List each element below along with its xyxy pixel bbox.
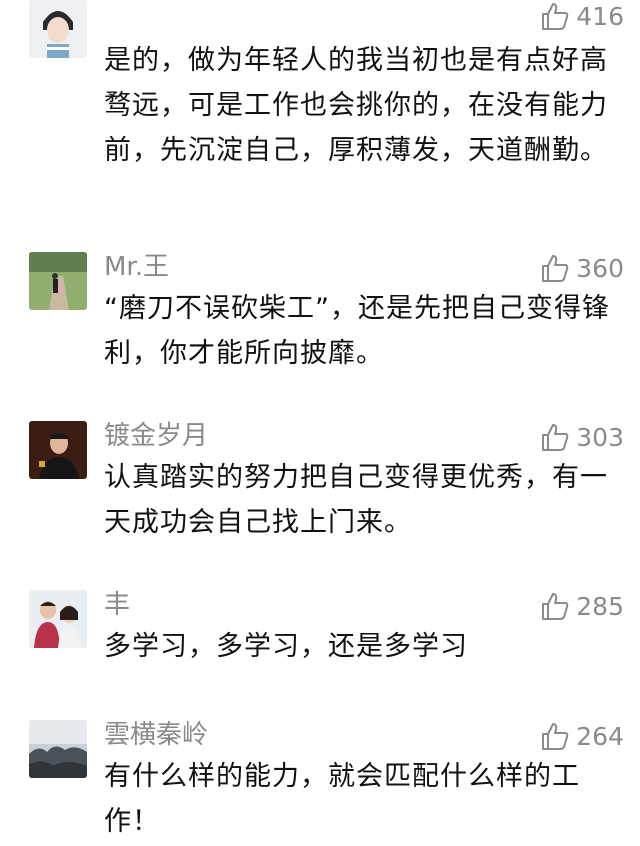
username[interactable]: 丰 [104, 590, 130, 620]
thumbs-up-icon [542, 255, 569, 282]
username[interactable]: 镀金岁月 [104, 421, 208, 451]
avatar-image [29, 421, 87, 479]
avatar-image [29, 590, 87, 648]
like-button[interactable]: 303 [540, 421, 624, 453]
avatar-image [29, 0, 87, 58]
thumbs-up-icon [542, 723, 569, 750]
comment-text: 多学习，多学习，还是多学习 [104, 631, 468, 662]
like-button[interactable]: 285 [540, 590, 624, 622]
avatar-image [29, 720, 87, 778]
like-count: 416 [576, 1, 624, 31]
avatar[interactable] [29, 252, 87, 310]
avatar-image [29, 252, 87, 310]
avatar[interactable] [29, 421, 87, 479]
comment-text: 是的，做为年轻人的我当初也是有点好高骛远，可是工作也会挑你的，在没有能力前，先沉… [104, 45, 608, 166]
comment-text: 有什么样的能力，就会匹配什么样的工作！ [104, 761, 580, 837]
thumbs-up-icon [542, 3, 569, 30]
avatar[interactable] [29, 720, 87, 778]
username[interactable]: 雲横秦岭 [104, 720, 208, 750]
like-count: 360 [576, 253, 624, 283]
like-count: 285 [576, 591, 624, 621]
avatar[interactable] [29, 0, 87, 58]
avatar[interactable] [29, 590, 87, 648]
username[interactable]: Mr.王 [104, 252, 169, 282]
thumbs-up-icon [542, 593, 569, 620]
thumbs-up-icon [542, 424, 569, 451]
like-count: 264 [576, 721, 624, 751]
comment-text: 认真踏实的努力把自己变得更优秀，有一天成功会自己找上门来。 [104, 462, 608, 538]
like-button[interactable]: 416 [540, 0, 624, 32]
like-button[interactable]: 360 [540, 252, 624, 284]
like-count: 303 [576, 422, 624, 452]
comment-text: “磨刀不误砍柴工”，还是先把自己变得锋利，你才能所向披靡。 [104, 293, 610, 369]
like-button[interactable]: 264 [540, 720, 624, 752]
